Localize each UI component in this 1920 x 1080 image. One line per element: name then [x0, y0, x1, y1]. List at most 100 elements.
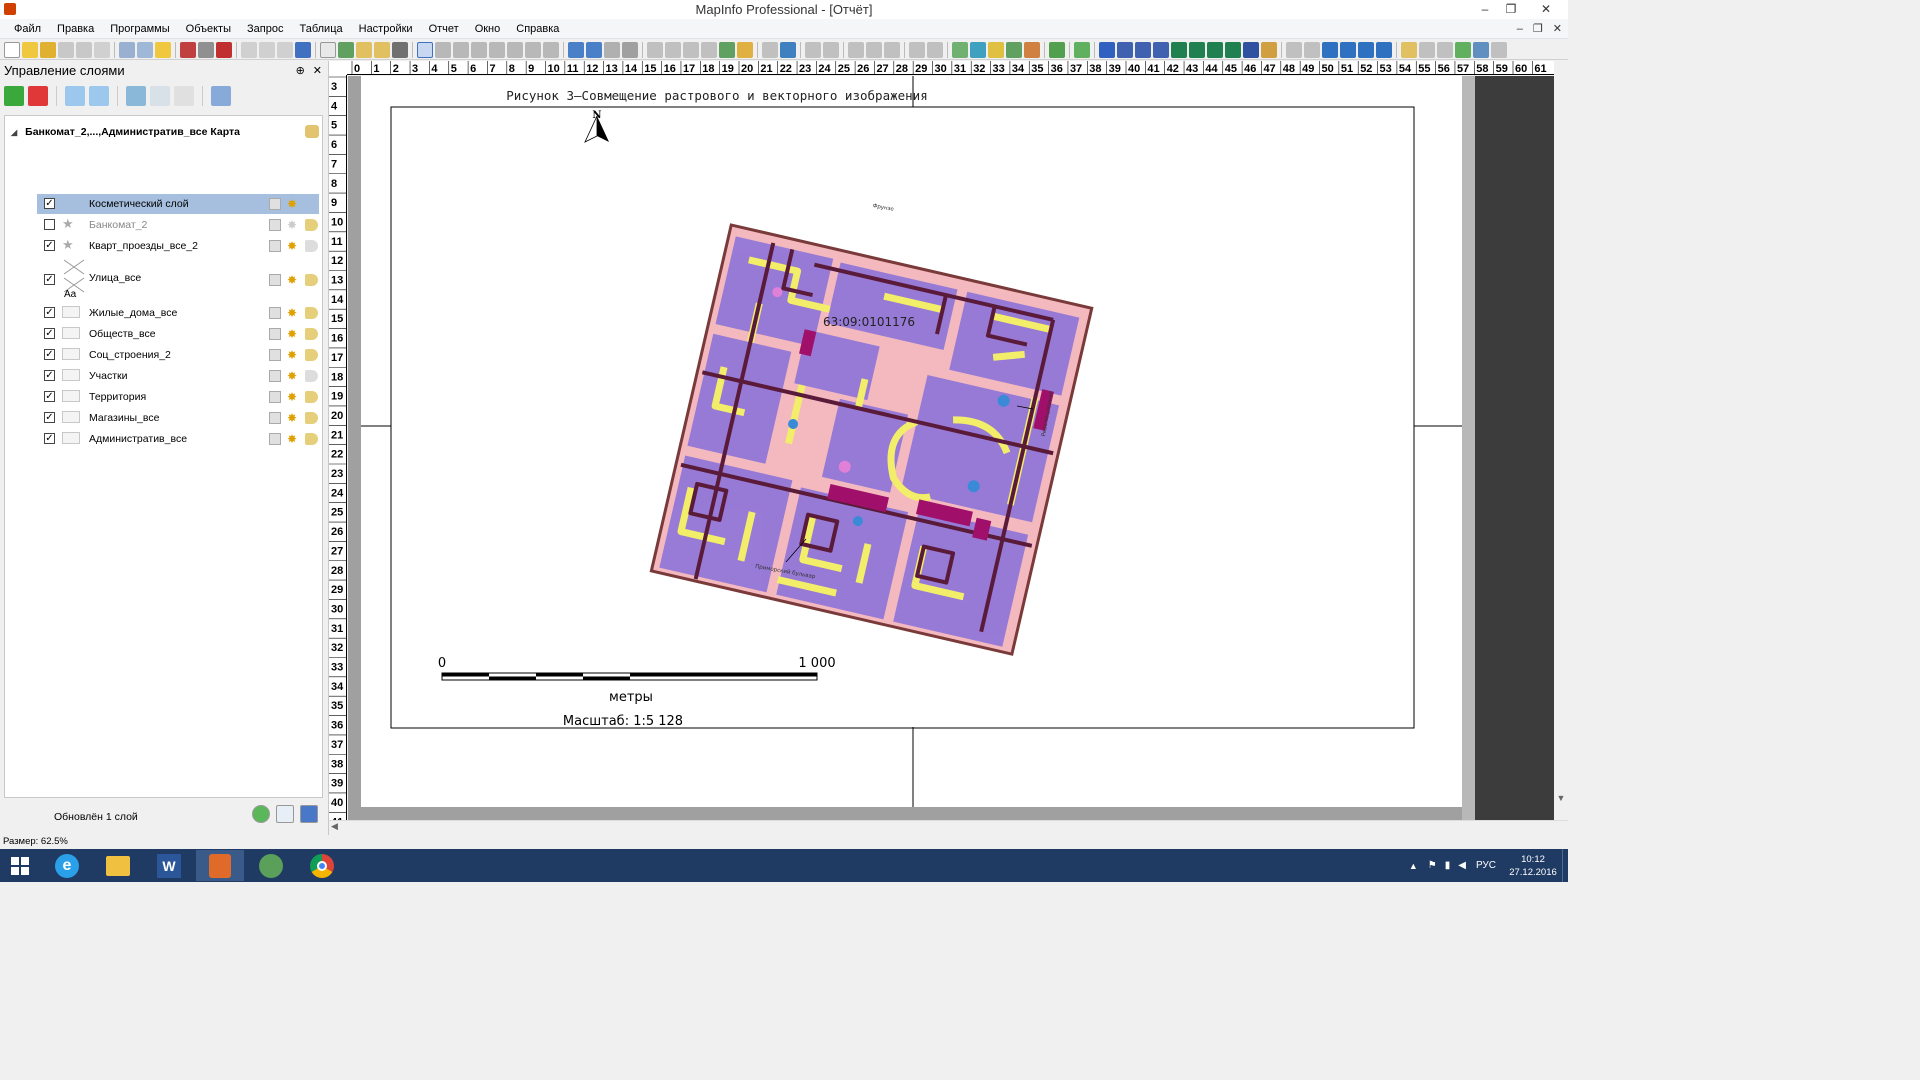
- label-icon[interactable]: [305, 412, 318, 424]
- layout-icon[interactable]: [1401, 41, 1417, 58]
- label-icon[interactable]: [305, 240, 318, 252]
- volume-icon[interactable]: ◀: [1458, 860, 1466, 871]
- editable-icon[interactable]: [269, 307, 281, 319]
- selectable-icon[interactable]: ✸: [286, 307, 298, 319]
- rectangle-icon[interactable]: [1207, 41, 1223, 58]
- menu-file[interactable]: Файл: [6, 19, 49, 39]
- collapse-triangle-icon[interactable]: ◢: [11, 128, 17, 137]
- close-table-icon[interactable]: [58, 41, 74, 58]
- marquee-select-icon[interactable]: [435, 41, 451, 58]
- menu-edit[interactable]: Правка: [49, 19, 102, 39]
- style-icon[interactable]: [1358, 41, 1374, 58]
- close-button[interactable]: ✕: [1524, 0, 1568, 19]
- taskbar-chrome[interactable]: [298, 850, 346, 881]
- save-icon[interactable]: [119, 41, 135, 58]
- tray-expand-icon[interactable]: ▲: [1409, 861, 1418, 871]
- layer-checkbox[interactable]: ✓: [44, 240, 55, 251]
- grabber-icon[interactable]: [622, 41, 638, 58]
- clip-region-icon[interactable]: [805, 41, 821, 58]
- editable-icon[interactable]: [269, 274, 281, 286]
- selectable-icon[interactable]: ✸: [286, 349, 298, 361]
- copy-icon[interactable]: [259, 41, 275, 58]
- add-node-icon[interactable]: [884, 41, 900, 58]
- taskbar-word[interactable]: W: [145, 850, 193, 881]
- label-icon[interactable]: [305, 391, 318, 403]
- layer-checkbox[interactable]: ✓: [44, 274, 55, 285]
- layout-edit-icon[interactable]: [1491, 41, 1507, 58]
- graph-select-icon[interactable]: [543, 41, 559, 58]
- layer-checkbox[interactable]: ✓: [44, 349, 55, 360]
- thematic-icon[interactable]: [1024, 41, 1040, 58]
- editable-icon[interactable]: [269, 391, 281, 403]
- menu-objects[interactable]: Объекты: [178, 19, 239, 39]
- legend-icon[interactable]: [762, 41, 778, 58]
- flag-icon[interactable]: ⚑: [1428, 860, 1437, 871]
- zoom-in-icon[interactable]: [568, 41, 584, 58]
- save-copy-icon[interactable]: [94, 41, 110, 58]
- zoom-out-icon[interactable]: [586, 41, 602, 58]
- polyline-icon[interactable]: [1135, 41, 1151, 58]
- selectable-icon[interactable]: ✸: [286, 391, 298, 403]
- layer-checkbox[interactable]: ✓: [44, 391, 55, 402]
- label-icon[interactable]: [305, 433, 318, 445]
- layer-checkbox[interactable]: ✓: [44, 370, 55, 381]
- frame-icon[interactable]: [1261, 41, 1277, 58]
- layer-checkbox[interactable]: ✓: [44, 412, 55, 423]
- layer-checkbox[interactable]: ✓: [44, 198, 55, 209]
- layer-row-magaziny[interactable]: ✓ Магазины_все ✸: [5, 408, 322, 428]
- open-workspace-icon[interactable]: [40, 41, 56, 58]
- font-icon[interactable]: [1376, 41, 1392, 58]
- selectable-icon[interactable]: ✸: [286, 433, 298, 445]
- scroll-down-icon[interactable]: ▼: [1556, 793, 1566, 805]
- selectable-icon[interactable]: ✸: [286, 198, 298, 210]
- change-view-icon[interactable]: [604, 41, 620, 58]
- polygon-icon[interactable]: [1171, 41, 1187, 58]
- new-layout-icon[interactable]: [374, 41, 390, 58]
- menu-settings[interactable]: Настройки: [351, 19, 421, 39]
- layer-list-view-icon[interactable]: [276, 805, 294, 823]
- refresh-layers-icon[interactable]: [150, 86, 170, 106]
- ruler-icon[interactable]: [737, 41, 753, 58]
- mdi-minimize-button[interactable]: –: [1517, 19, 1523, 39]
- new-graph-icon[interactable]: [356, 41, 372, 58]
- add-layer-icon[interactable]: [4, 86, 24, 106]
- info-tool-icon[interactable]: [647, 41, 663, 58]
- label-tool-icon[interactable]: [683, 41, 699, 58]
- rounded-rectangle-icon[interactable]: [1225, 41, 1241, 58]
- symbol-style-icon[interactable]: [1322, 41, 1338, 58]
- line-style-icon[interactable]: [1286, 41, 1302, 58]
- editable-icon[interactable]: [269, 219, 281, 231]
- statistics-icon[interactable]: [780, 41, 796, 58]
- layer-control-icon[interactable]: [719, 41, 735, 58]
- layout-align-icon[interactable]: [1455, 41, 1471, 58]
- menu-programs[interactable]: Программы: [102, 19, 177, 39]
- taskbar-globe-app[interactable]: [247, 850, 295, 881]
- save-table-icon[interactable]: [76, 41, 92, 58]
- reshape-icon[interactable]: [866, 41, 882, 58]
- layer-row-cosmetic[interactable]: ✓ Косметический слой ✸: [5, 194, 322, 214]
- taskbar-mapinfo[interactable]: [196, 850, 244, 881]
- label-icon[interactable]: [305, 219, 318, 231]
- remove-layer-icon[interactable]: [28, 86, 48, 106]
- menu-query[interactable]: Запрос: [239, 19, 291, 39]
- layer-row-obshchestv[interactable]: ✓ Обществ_все ✸: [5, 324, 322, 344]
- maximize-button[interactable]: ❐: [1498, 0, 1524, 19]
- overview-icon[interactable]: [927, 41, 943, 58]
- layer-row-kvart-proezdy[interactable]: ✓ ★ Кварт_проезды_все_2 ✸: [5, 236, 322, 256]
- toggle-view-icon[interactable]: [909, 41, 925, 58]
- network-icon[interactable]: ▮: [1445, 860, 1451, 871]
- invert-select-icon[interactable]: [525, 41, 541, 58]
- select-arrow-icon[interactable]: [417, 41, 433, 58]
- clock[interactable]: 10:12 27.12.2016: [1504, 853, 1562, 879]
- layer-checkbox[interactable]: [44, 219, 55, 230]
- folder-icon[interactable]: [155, 41, 171, 58]
- label-icon[interactable]: [305, 349, 318, 361]
- horizontal-scrollbar[interactable]: ◀: [329, 820, 1568, 834]
- text-style-icon[interactable]: [1340, 41, 1356, 58]
- menu-report[interactable]: Отчет: [421, 19, 467, 39]
- refresh-icon[interactable]: [252, 805, 270, 823]
- text-icon[interactable]: [1243, 41, 1259, 58]
- new-map-icon[interactable]: [338, 41, 354, 58]
- editable-icon[interactable]: [269, 433, 281, 445]
- new-browser-icon[interactable]: [320, 41, 336, 58]
